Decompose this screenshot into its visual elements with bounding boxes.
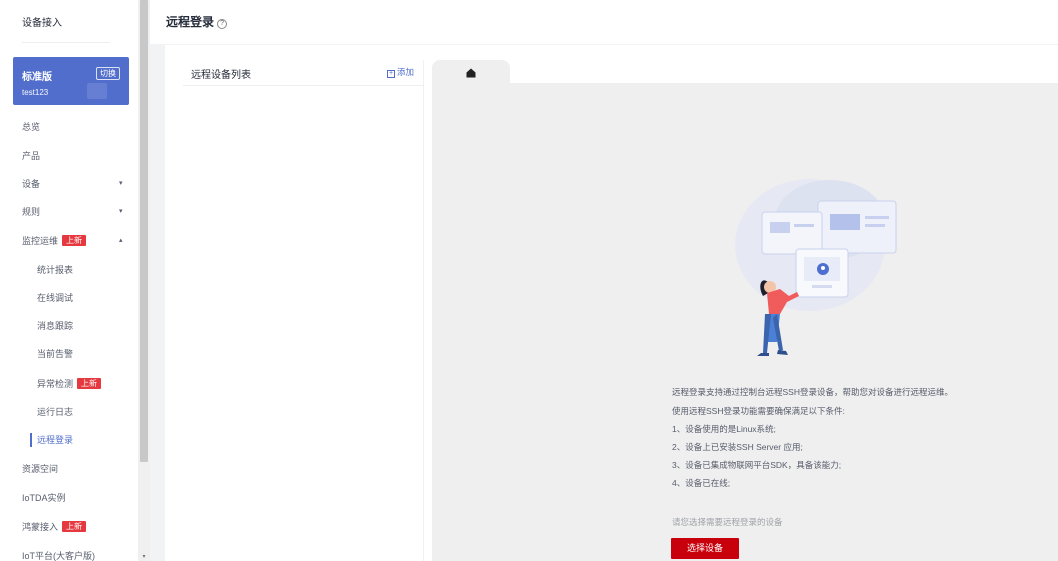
- sidebar: 设备接入 标准版 切换 test123 总览 产品 设备 ▾ 规则 ▾ 监控运维…: [0, 0, 138, 561]
- nav-item-resource-space[interactable]: 资源空间: [22, 462, 58, 476]
- help-icon[interactable]: ?: [217, 19, 228, 29]
- nav-item-overview[interactable]: 总览: [22, 120, 40, 134]
- nav-item-anomaly-detection[interactable]: 异常检测 上新: [37, 377, 102, 391]
- nav-item-devices[interactable]: 设备: [22, 177, 40, 191]
- nav-item-harmony-access[interactable]: 鸿蒙接入 上新: [22, 520, 87, 534]
- edition-decoration: [87, 83, 107, 99]
- description-line: 3、设备已集成物联网平台SDK，具备该能力;: [672, 460, 842, 470]
- select-device-button[interactable]: 选择设备: [671, 538, 739, 559]
- home-icon: [466, 68, 476, 78]
- select-device-hint: 请您选择需要远程登录的设备: [672, 517, 783, 527]
- nav-item-products[interactable]: 产品: [22, 149, 40, 163]
- page-title: 远程登录?: [166, 13, 228, 30]
- nav-item-iotda-instance[interactable]: IoTDA实例: [22, 491, 66, 505]
- nav-item-statistics[interactable]: 统计报表: [37, 263, 73, 277]
- tab-home[interactable]: [432, 60, 510, 84]
- active-indicator: [30, 433, 32, 447]
- description-line: 1、设备使用的是Linux系统;: [672, 424, 776, 434]
- switch-edition-button[interactable]: 切换: [96, 67, 120, 80]
- edition-name: 标准版: [22, 72, 52, 83]
- new-badge: 上新: [62, 521, 87, 532]
- description-line: 远程登录支持通过控制台远程SSH登录设备，帮助您对设备进行远程运维。: [672, 387, 953, 397]
- add-icon: +: [387, 70, 395, 78]
- edition-card: 标准版 切换 test123: [13, 57, 129, 105]
- sidebar-brand[interactable]: 设备接入: [22, 14, 62, 29]
- chevron-down-icon[interactable]: ▾: [119, 179, 123, 187]
- nav-item-iot-platform-enterprise[interactable]: IoT平台(大客户版): [22, 549, 95, 561]
- add-device-button[interactable]: + 添加: [387, 66, 414, 78]
- description-line: 2、设备上已安装SSH Server 应用;: [672, 442, 803, 452]
- remote-login-illustration: [735, 179, 897, 356]
- nav-item-run-logs[interactable]: 运行日志: [37, 405, 73, 419]
- nav-item-message-trace[interactable]: 消息跟踪: [37, 319, 73, 333]
- page-header: 远程登录?: [150, 0, 1058, 44]
- sidebar-scrollbar-thumb[interactable]: [140, 0, 148, 462]
- nav-item-label: 鸿蒙接入: [22, 522, 59, 532]
- divider: [22, 42, 110, 43]
- chevron-down-icon[interactable]: ▾: [119, 207, 123, 215]
- instance-name: test123: [22, 88, 49, 97]
- list-header: 远程设备列表 + 添加: [183, 60, 424, 86]
- nav-item-label: 监控运维: [22, 236, 59, 246]
- description-line: 使用远程SSH登录功能需要确保满足以下条件:: [672, 406, 845, 416]
- page-title-text: 远程登录: [166, 15, 215, 29]
- add-label: 添加: [397, 67, 415, 77]
- new-badge: 上新: [62, 235, 87, 246]
- nav-item-rules[interactable]: 规则: [22, 205, 40, 219]
- nav-item-monitoring[interactable]: 监控运维 上新: [22, 234, 87, 248]
- description-line: 4、设备已在线;: [672, 478, 731, 488]
- new-badge: 上新: [77, 378, 102, 389]
- nav-item-label: 异常检测: [37, 379, 74, 389]
- chevron-up-icon[interactable]: ▴: [119, 236, 123, 244]
- nav-item-current-alarms[interactable]: 当前告警: [37, 347, 73, 361]
- nav-item-online-debug[interactable]: 在线调试: [37, 291, 73, 305]
- list-title: 远程设备列表: [191, 70, 251, 81]
- scroll-down-arrow-icon[interactable]: ▾: [140, 553, 148, 561]
- remote-device-list-panel: 远程设备列表 + 添加: [183, 60, 424, 561]
- nav-item-remote-login[interactable]: 远程登录: [37, 433, 73, 447]
